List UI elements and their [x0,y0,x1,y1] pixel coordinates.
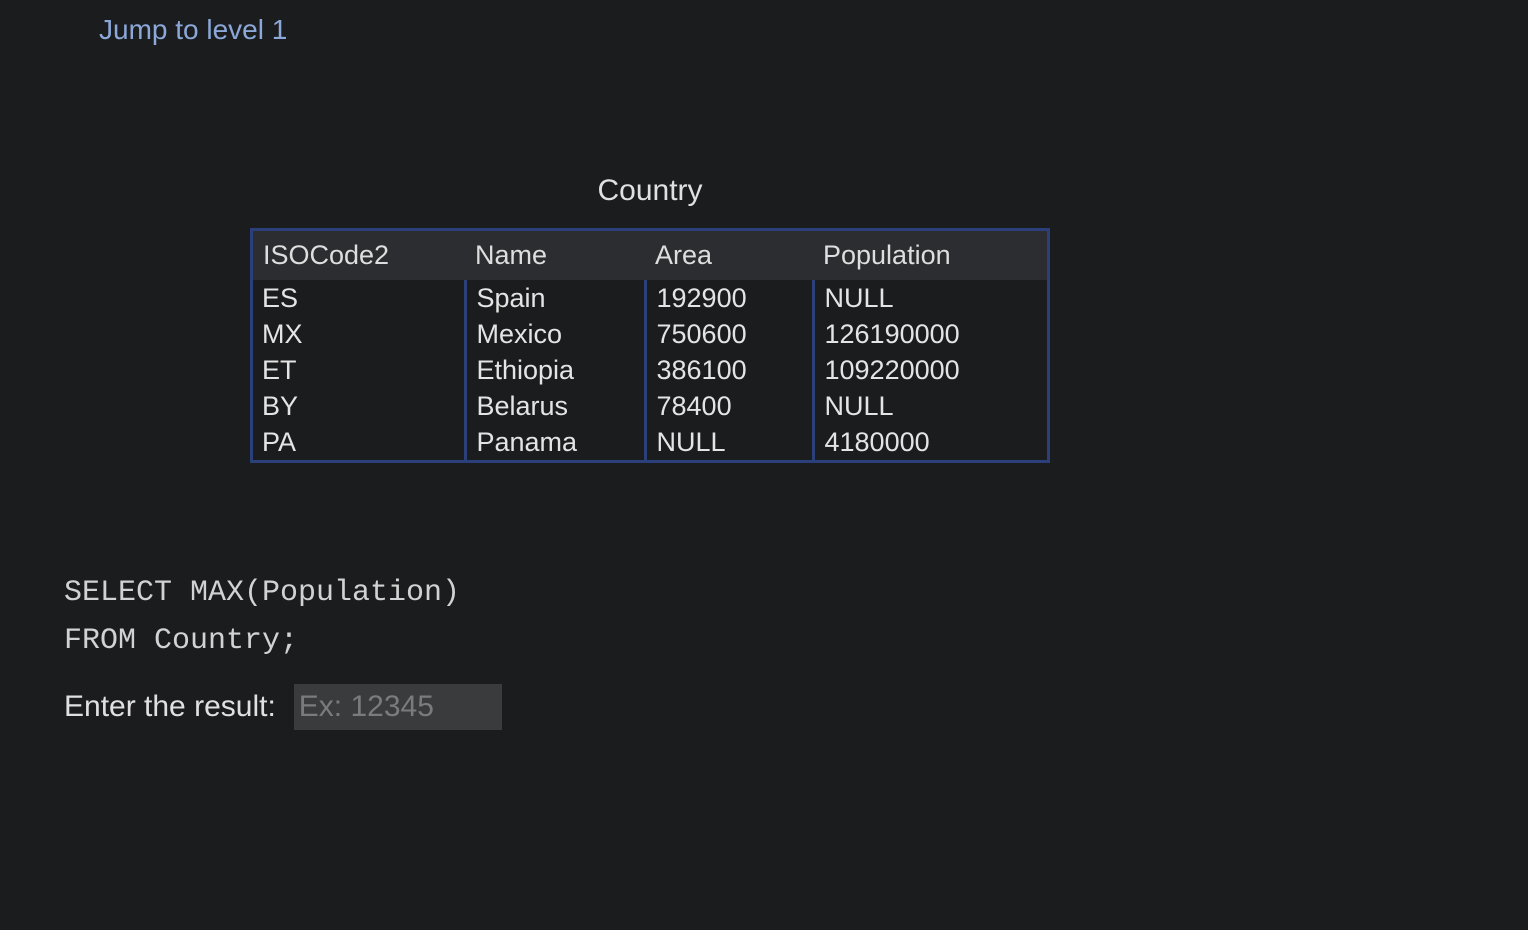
cell-name: Mexico [463,316,645,352]
cell-isocode2: BY [262,391,299,421]
cell-name: Panama [463,424,645,462]
cell-name: Ethiopia [463,352,645,388]
answer-row: Enter the result: [64,684,502,730]
cell-population: 126190000 [811,316,1049,352]
cell-isocode2: MX [262,319,303,349]
cell-area: 192900 [643,280,813,316]
table-row: MX Mexico 750600 126190000 [252,316,1049,352]
cell-population: 4180000 [811,424,1049,462]
table-caption: Country [597,174,703,207]
column-header-area: Area [645,229,813,280]
cell-area: 78400 [643,388,813,424]
jump-to-level-link[interactable]: Jump to level 1 [99,14,287,46]
column-header-name: Name [465,229,645,280]
cell-population: 109220000 [811,352,1049,388]
cell-isocode2: ET [262,355,297,385]
cell-area: 750600 [643,316,813,352]
cell-isocode2: ES [262,283,299,313]
table-row: PA Panama NULL 4180000 [252,424,1049,462]
cell-isocode2: PA [262,427,297,457]
result-input[interactable] [293,684,502,730]
sql-line-2: FROM Country; [64,624,299,658]
answer-label: Enter the result: [64,690,276,723]
cell-area: 386100 [643,352,813,388]
cell-area: NULL [643,424,813,462]
sql-line-1: SELECT MAX(Population) [64,576,461,610]
table-row: BY Belarus 78400 NULL [252,388,1049,424]
table-row: ET Ethiopia 386100 109220000 [252,352,1049,388]
column-header-isocode2: ISOCode2 [251,229,465,280]
cell-name: Spain [463,280,645,316]
sql-query: SELECT MAX(Population) FROM Country; [64,569,460,665]
country-table: ISOCode2 Name Area Population ES Spain 1… [250,228,1050,463]
cell-population: NULL [811,280,1049,316]
cell-name: Belarus [463,388,645,424]
table-header-row: ISOCode2 Name Area Population [251,229,1049,280]
cell-population: NULL [811,388,1049,424]
column-header-population: Population [813,229,1049,280]
table-row: ES Spain 192900 NULL [252,280,1049,316]
